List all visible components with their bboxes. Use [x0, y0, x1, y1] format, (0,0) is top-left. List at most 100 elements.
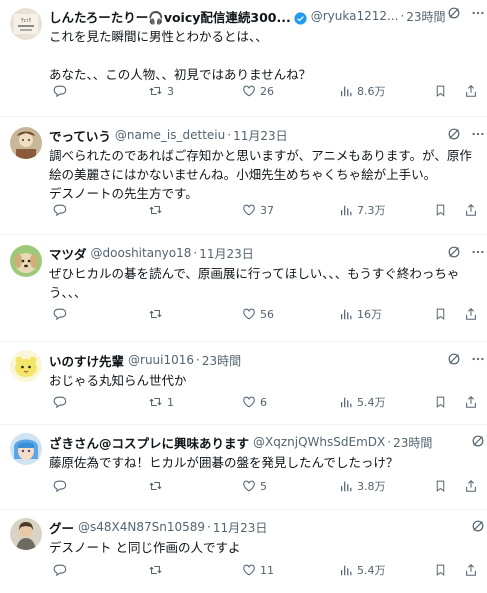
tweet-content: いのすけ先輩 @ruui1016 · 23時間 おじゃる丸知らん世代か [49, 342, 481, 390]
handle[interactable]: @s48X4N87Sn10589 [78, 520, 205, 534]
views-button[interactable]: 5.4万 [339, 562, 386, 578]
reply-button[interactable] [53, 203, 71, 217]
tweet[interactable]: いのすけ先輩 @ruui1016 · 23時間 おじゃる丸知らん世代か 1 6 … [0, 342, 487, 425]
tweet-text: デスノート と同じ作画の人ですよ [49, 540, 241, 555]
views-icon [341, 309, 352, 320]
tweet-content: でっていう @name_is_detteiu · 11月23日 調べられたのであ… [49, 117, 481, 203]
timestamp[interactable]: 11月23日 [213, 519, 268, 536]
like-button[interactable]: 26 [242, 84, 274, 98]
share-button[interactable] [464, 203, 478, 217]
header-icons [471, 434, 485, 448]
share-button[interactable] [464, 84, 478, 98]
avatar[interactable] [10, 127, 42, 159]
share-button[interactable] [464, 563, 478, 577]
tweet[interactable]: ざきさん@コスプレに興味あります @XqznjQWhsSdEmDX · 23時間… [0, 425, 487, 510]
bookmark-button[interactable] [434, 307, 447, 321]
reply-button[interactable] [53, 307, 71, 321]
grok-icon[interactable] [471, 434, 485, 448]
tweet-header: しんたろーたりー🎧voicy配信連続300... @ryuka1212... ·… [49, 6, 481, 26]
grok-icon[interactable] [447, 245, 461, 259]
tweet-text: これを見た瞬間に男性とわかるとは、、 あなた、、この人物、、初見ではありませんね… [49, 29, 312, 82]
share-icon [466, 396, 476, 408]
grok-icon[interactable] [447, 6, 461, 20]
share-icon [466, 480, 476, 492]
timestamp[interactable]: 23時間 [202, 352, 241, 369]
bookmark-button[interactable] [434, 563, 447, 577]
display-name[interactable]: いのすけ先輩 [49, 351, 124, 370]
tweet[interactable]: ﾁｪｯｸ しんたろーたりー🎧voicy配信連続300... @ryuka1212… [0, 0, 487, 117]
reply-button[interactable] [53, 563, 71, 577]
retweet-button[interactable] [148, 307, 167, 321]
reply-button[interactable] [53, 479, 71, 493]
retweet-button[interactable]: 1 [148, 395, 174, 409]
display-name[interactable]: しんたろーたりー🎧voicy配信連続300... [49, 7, 291, 26]
avatar[interactable]: ﾁｪｯｸ [10, 8, 42, 40]
retweet-button[interactable] [148, 563, 167, 577]
share-button[interactable] [464, 479, 478, 493]
header-icons [447, 352, 485, 366]
like-button[interactable]: 11 [242, 563, 274, 577]
timestamp[interactable]: 11月23日 [233, 127, 288, 144]
tweet-content: しんたろーたりー🎧voicy配信連続300... @ryuka1212... ·… [49, 0, 481, 84]
like-button[interactable]: 56 [242, 307, 274, 321]
retweet-icon [149, 565, 162, 575]
views-icon [341, 565, 352, 576]
more-icon[interactable] [471, 127, 485, 141]
reply-button[interactable] [53, 84, 71, 98]
tweet[interactable]: でっていう @name_is_detteiu · 11月23日 調べられたのであ… [0, 117, 487, 235]
like-icon [243, 204, 255, 216]
bookmark-icon [436, 396, 445, 408]
timestamp[interactable]: 11月23日 [199, 245, 254, 262]
display-name[interactable]: グー [49, 518, 74, 537]
like-button[interactable]: 6 [242, 395, 267, 409]
display-name[interactable]: マツダ [49, 244, 87, 263]
bookmark-button[interactable] [434, 84, 447, 98]
like-button[interactable]: 5 [242, 479, 267, 493]
views-button[interactable]: 3.8万 [339, 478, 386, 494]
avatar[interactable] [10, 350, 42, 382]
grok-icon[interactable] [447, 352, 461, 366]
handle[interactable]: @ruui1016 [128, 353, 194, 367]
retweet-button[interactable] [148, 203, 167, 217]
separator-dot: · [227, 128, 232, 142]
tweet[interactable]: マツダ @dooshitanyo18 · 11月23日 ぜひヒカルの碁を読んで、… [0, 235, 487, 342]
bookmark-icon [436, 85, 445, 97]
avatar[interactable] [10, 433, 42, 465]
reply-button[interactable] [53, 395, 71, 409]
bookmark-button[interactable] [434, 203, 447, 217]
avatar[interactable] [10, 245, 42, 277]
more-icon[interactable] [471, 6, 485, 20]
share-button[interactable] [464, 307, 478, 321]
views-button[interactable]: 5.4万 [339, 394, 386, 410]
tweet-header: いのすけ先輩 @ruui1016 · 23時間 [49, 350, 481, 370]
display-name[interactable]: ざきさん@コスプレに興味あります [49, 433, 249, 452]
bookmark-button[interactable] [434, 395, 447, 409]
retweet-button[interactable] [148, 479, 167, 493]
reply-icon [53, 564, 67, 577]
grok-icon[interactable] [447, 127, 461, 141]
views-button[interactable]: 7.3万 [339, 202, 386, 218]
more-icon[interactable] [471, 352, 485, 366]
timestamp[interactable]: 23時間 [406, 8, 445, 25]
more-icon[interactable] [471, 245, 485, 259]
tweet-content: グー @s48X4N87Sn10589 · 11月23日 デスノート と同じ作画… [49, 510, 481, 557]
display-name[interactable]: でっていう [49, 126, 111, 145]
tweet[interactable]: グー @s48X4N87Sn10589 · 11月23日 デスノート と同じ作画… [0, 510, 487, 593]
retweet-button[interactable]: 3 [148, 84, 174, 98]
timestamp[interactable]: 23時間 [393, 434, 432, 451]
views-button[interactable]: 8.6万 [339, 83, 386, 99]
bookmark-button[interactable] [434, 479, 447, 493]
handle[interactable]: @name_is_detteiu [115, 128, 225, 142]
grok-icon[interactable] [471, 519, 485, 533]
share-button[interactable] [464, 395, 478, 409]
like-icon [243, 396, 255, 408]
views-count: 7.3万 [357, 204, 386, 217]
views-button[interactable]: 16万 [339, 306, 382, 322]
handle[interactable]: @XqznjQWhsSdEmDX [253, 435, 385, 449]
handle[interactable]: @dooshitanyo18 [91, 246, 192, 260]
header-icons [447, 245, 485, 259]
handle[interactable]: @ryuka1212... [311, 9, 399, 23]
like-button[interactable]: 37 [242, 203, 274, 217]
avatar[interactable] [10, 518, 42, 550]
header-icons [447, 6, 485, 20]
